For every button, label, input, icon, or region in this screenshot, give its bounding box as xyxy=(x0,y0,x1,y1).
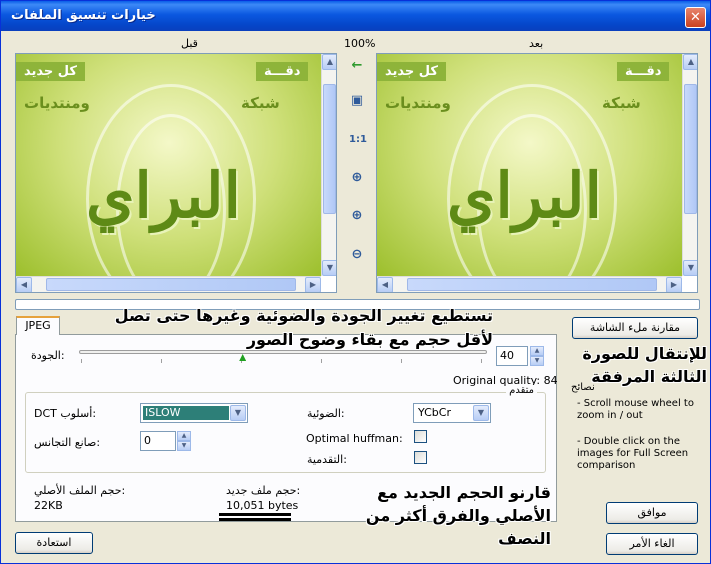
slider-tick xyxy=(161,359,162,363)
cancel-button[interactable]: الغاء الأمر xyxy=(606,533,698,555)
smoothing-input[interactable]: 0 xyxy=(140,431,176,451)
image-tag-left: كل جديد xyxy=(16,62,85,81)
progressive-checkbox[interactable] xyxy=(414,451,427,464)
zoom-in-icon[interactable]: ⊕ xyxy=(349,208,365,224)
annotation-line-7: النصف xyxy=(498,529,551,548)
window-title: خيارات تنسيق الملفات xyxy=(11,8,156,23)
scroll-right-button[interactable]: ▶ xyxy=(305,277,321,292)
annotation-line-4: الثالثة المرفقة xyxy=(591,367,707,386)
after-vertical-scrollbar[interactable]: ▲ ▼ xyxy=(682,54,697,276)
quality-input[interactable]: 40 xyxy=(496,346,528,366)
slider-tick xyxy=(401,359,402,363)
underline-mark xyxy=(219,513,291,516)
smoothing-spinner[interactable]: ▲ ▼ xyxy=(177,431,191,451)
tip-scroll-zoom: - Scroll mouse wheel to zoom in / out xyxy=(577,398,694,421)
quality-slider[interactable] xyxy=(79,350,487,354)
annotation-line-3: للإنتقال للصورة xyxy=(582,344,707,363)
image-calligraphy: البراي xyxy=(447,159,602,232)
after-label: بعد xyxy=(529,37,544,50)
spin-up-icon[interactable]: ▲ xyxy=(177,431,191,441)
tip-double-click: - Double click on the images for Full Sc… xyxy=(577,436,689,471)
smoothing-label: صانع التجانس: xyxy=(34,436,101,449)
quality-label: الجودة: xyxy=(31,349,65,362)
scroll-right-button[interactable]: ▶ xyxy=(666,277,682,292)
image-tag-right: دقـــة xyxy=(256,62,309,81)
after-horizontal-scrollbar[interactable]: ◀ ▶ xyxy=(377,276,682,292)
actual-size-button[interactable]: 1:1 xyxy=(349,132,367,148)
before-preview-image[interactable]: كل جديد دقـــة ومنتديات شبكة البراي xyxy=(16,54,322,292)
spin-down-icon[interactable]: ▼ xyxy=(530,356,544,366)
zoom-level: 100% xyxy=(344,37,376,50)
image-tag-left: كل جديد xyxy=(377,62,446,81)
restore-button[interactable]: استعادة xyxy=(15,532,93,554)
tab-jpeg[interactable]: JPEG xyxy=(16,316,60,335)
before-vertical-scrollbar[interactable]: ▲ ▼ xyxy=(321,54,336,276)
scroll-down-button[interactable]: ▼ xyxy=(683,260,697,276)
optimal-huffman-checkbox[interactable] xyxy=(414,430,427,443)
after-preview-image[interactable]: كل جديد دقـــة ومنتديات شبكة البراي xyxy=(377,54,683,292)
scroll-thumb[interactable] xyxy=(323,84,336,214)
slider-tick xyxy=(481,359,482,363)
original-size-value: 22KB xyxy=(34,499,63,512)
new-size-label: حجم ملف جديد: xyxy=(226,484,301,497)
image-tag-right: دقـــة xyxy=(617,62,670,81)
zoom-out-icon[interactable]: ⊖ xyxy=(349,247,365,263)
scroll-thumb[interactable] xyxy=(407,278,657,291)
ok-button[interactable]: موافق xyxy=(606,502,698,524)
image-word-right: شبكة xyxy=(602,94,641,112)
scroll-up-button[interactable]: ▲ xyxy=(322,54,336,70)
underline-mark xyxy=(219,518,291,521)
annotation-line-5: قارنو الحجم الجديد مع xyxy=(377,483,551,502)
before-label: قبل xyxy=(181,37,198,50)
file-format-options-window: خيارات تنسيق الملفات ✕ قبل 100% بعد كل ج… xyxy=(0,0,711,564)
close-icon: ✕ xyxy=(690,10,701,25)
spin-down-icon[interactable]: ▼ xyxy=(177,441,191,451)
subsampling-select[interactable]: YCbCr ▼ xyxy=(413,403,491,423)
image-word-left: ومنتديات xyxy=(385,94,451,112)
before-horizontal-scrollbar[interactable]: ◀ ▶ xyxy=(16,276,321,292)
scroll-up-button[interactable]: ▲ xyxy=(683,54,697,70)
image-word-right: شبكة xyxy=(241,94,280,112)
after-preview-pane[interactable]: كل جديد دقـــة ومنتديات شبكة البراي ▲ ▼ … xyxy=(376,53,698,293)
slider-tick xyxy=(321,359,322,363)
fit-image-icon[interactable]: ⊕ xyxy=(349,170,365,186)
before-preview-pane[interactable]: كل جديد دقـــة ومنتديات شبكة البراي ▲ ▼ … xyxy=(15,53,337,293)
original-size-label: حجم الملف الأصلي: xyxy=(34,484,126,497)
annotation-line-6: الأصلي والفرق أكثر من xyxy=(365,506,551,525)
spin-up-icon[interactable]: ▲ xyxy=(530,346,544,356)
scroll-down-button[interactable]: ▼ xyxy=(322,260,336,276)
fullscreen-compare-button[interactable]: مقارنة ملء الشاشة xyxy=(572,317,698,339)
scroll-left-button[interactable]: ◀ xyxy=(16,277,32,292)
annotation-line-1: تستطيع تغيير الجودة والضوئية وغيرها حتى … xyxy=(114,306,493,325)
slider-tick xyxy=(81,359,82,363)
subsampling-value: YCbCr xyxy=(418,406,451,419)
subsampling-label: الضوئية: xyxy=(307,407,345,420)
chevron-down-icon[interactable]: ▼ xyxy=(473,405,489,421)
scroll-left-button[interactable]: ◀ xyxy=(377,277,393,292)
scroll-thumb[interactable] xyxy=(684,84,697,214)
dct-method-value: ISLOW xyxy=(143,406,229,420)
optimal-huffman-label: Optimal huffman: xyxy=(306,432,403,445)
scroll-thumb[interactable] xyxy=(46,278,296,291)
progressive-label: التقدمية: xyxy=(307,453,347,466)
quality-spinner[interactable]: ▲ ▼ xyxy=(530,346,544,366)
title-bar[interactable]: خيارات تنسيق الملفات ✕ xyxy=(1,1,710,31)
arrow-left-icon[interactable]: ← xyxy=(349,58,365,74)
dct-method-label: DCT أسلوب: xyxy=(34,407,97,420)
chevron-down-icon[interactable]: ▼ xyxy=(230,405,246,421)
dct-method-select[interactable]: ISLOW ▼ xyxy=(140,403,248,423)
close-button[interactable]: ✕ xyxy=(685,7,706,28)
annotation-line-2: لأقل حجم مع بقاء وضوح الصور xyxy=(246,330,493,349)
new-size-value: 10,051 bytes xyxy=(226,499,299,512)
advanced-group-label: متقدم xyxy=(506,385,537,396)
fit-window-icon[interactable]: ▣ xyxy=(349,93,365,109)
image-word-left: ومنتديات xyxy=(24,94,90,112)
image-calligraphy: البراي xyxy=(86,159,241,232)
